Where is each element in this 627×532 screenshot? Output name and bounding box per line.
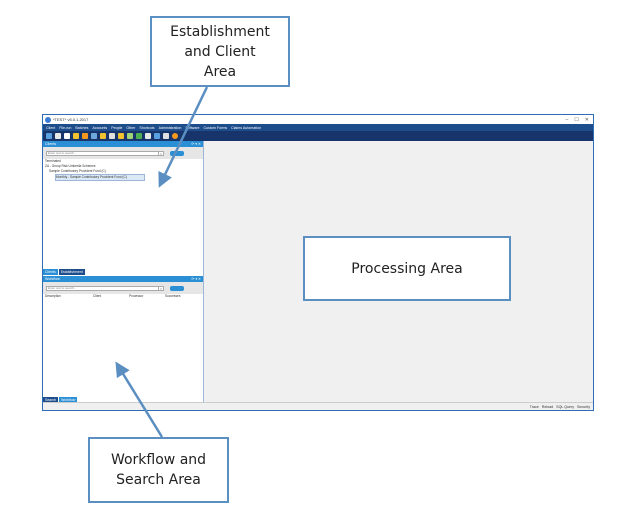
menu-administration[interactable]: Administration [159,126,182,130]
status-security[interactable]: Security [577,405,590,409]
clients-panel-title: Clients [45,142,56,146]
chevron-down-icon[interactable]: ▾ [158,286,163,291]
workflow-column-headers: Description Client Processor Successes [43,294,203,299]
workflow-search-row: Enter text to search... ▾ [43,282,203,294]
tab-clients[interactable]: Clients [43,269,58,275]
calculator2-icon[interactable] [163,133,169,139]
document-icon[interactable] [64,133,70,139]
client-icon[interactable] [46,133,52,139]
workflow-search-callout: Workflow and Search Area [88,437,229,503]
notes-icon[interactable] [118,133,124,139]
close-icon[interactable]: ✕ [585,117,589,123]
workflow-search-input[interactable]: Enter text to search... ▾ [46,285,164,291]
tools-icon[interactable] [82,133,88,139]
folder-icon[interactable] [100,133,106,139]
menu-bar: Client File-run Batches Accounts People … [43,124,593,131]
clients-search-row: Enter text to search... ▾ [43,147,203,159]
tree-item-selected[interactable]: Monthly - Sample Contributory Provident … [55,174,145,181]
menu-custom-forms[interactable]: Custom Forms [204,126,228,130]
maximize-icon[interactable]: ☐ [574,117,578,123]
app-logo-icon [45,116,51,123]
menu-software[interactable]: Software [185,126,199,130]
report-icon[interactable] [109,133,115,139]
title-bar: *TEST* v5.0.1.2017 – ☐ ✕ [43,115,593,124]
menu-other[interactable]: Other [126,126,135,130]
panel-controls-icon[interactable]: ⟳ ▾ ✕ [191,142,203,146]
status-sql-query[interactable]: SQL Query [556,405,574,409]
menu-batches[interactable]: Batches [75,126,88,130]
chevron-down-icon[interactable]: ▾ [158,151,163,156]
workflow-panel: Workflow ⟳ ▾ ✕ Enter text to search... ▾… [43,276,203,299]
clients-search-button[interactable] [170,150,184,156]
export-icon[interactable] [136,133,142,139]
power-icon[interactable] [172,133,178,139]
window-title: *TEST* v5.0.1.2017 [53,117,89,122]
establishment-client-callout: Establishment and Client Area [150,16,290,87]
tab-establishment[interactable]: Establishment [58,269,85,275]
search-placeholder: Enter text to search... [48,286,77,290]
processing-area-callout: Processing Area [303,236,511,301]
help-icon[interactable] [145,133,151,139]
calculator-icon[interactable] [73,133,79,139]
clients-search-input[interactable]: Enter text to search... ▾ [46,150,164,156]
excel-icon[interactable] [127,133,133,139]
id-card-icon[interactable] [55,133,61,139]
workflow-search-button[interactable] [170,285,184,291]
menu-people[interactable]: People [111,126,122,130]
callout-text: Processing Area [351,260,463,277]
search-placeholder: Enter text to search... [48,151,77,155]
menu-shortcuts[interactable]: Shortcuts [139,126,154,130]
col-processor[interactable]: Processor [129,294,165,299]
menu-claims-automation[interactable]: Claims Automation [231,126,261,130]
settings-icon[interactable] [154,133,160,139]
col-description[interactable]: Description [45,294,93,299]
col-successes[interactable]: Successes [165,294,180,299]
callout-text: Establishment and Client Area [170,23,270,80]
status-bar: Trace Reload SQL Query Security [43,402,593,410]
menu-client[interactable]: Client [46,126,55,130]
clients-tree: Terminated ZA - Group Risk Umbrella Sche… [43,159,203,181]
left-panel: Clients ⟳ ▾ ✕ Enter text to search... ▾ … [43,141,204,403]
top-tabs: Clients Establishment [43,269,85,275]
status-trace[interactable]: Trace [530,405,539,409]
callout-text: Workflow and Search Area [110,452,207,488]
panel-controls-icon[interactable]: ⟳ ▾ ✕ [191,277,203,281]
toolbar [43,131,593,141]
status-reload[interactable]: Reload [542,405,553,409]
col-client[interactable]: Client [93,294,129,299]
people-icon[interactable] [91,133,97,139]
menu-file-run[interactable]: File-run [59,126,71,130]
menu-accounts[interactable]: Accounts [92,126,107,130]
workflow-panel-title: Workflow [45,277,60,281]
minimize-icon[interactable]: – [566,117,569,123]
